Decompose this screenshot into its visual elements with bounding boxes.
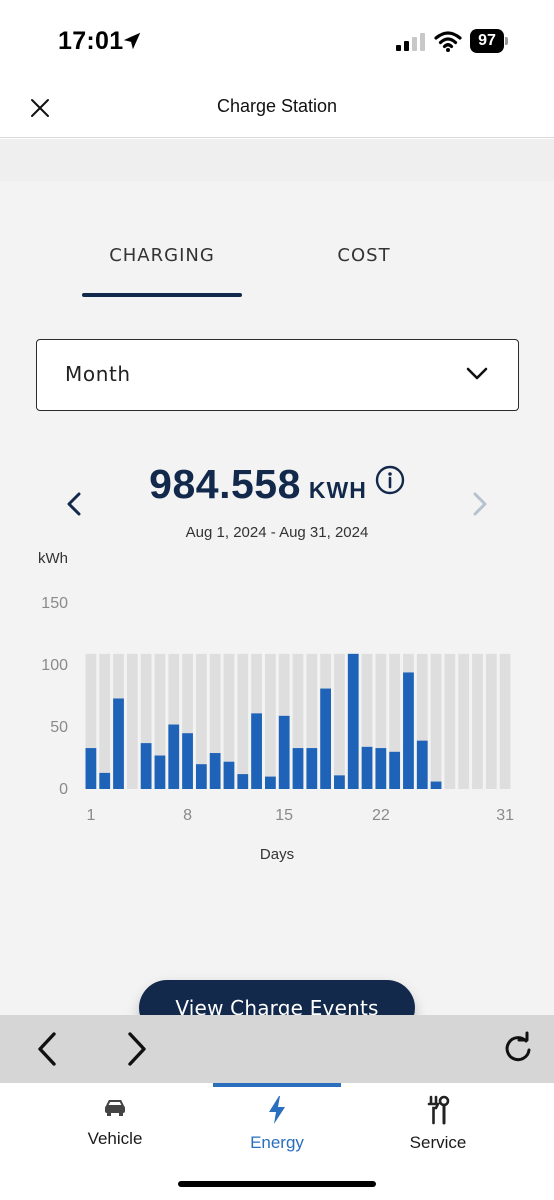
next-period-chevron-icon[interactable] — [464, 489, 494, 519]
battery-indicator: 97 — [470, 29, 508, 53]
nav-item-energy[interactable]: Energy — [207, 1095, 347, 1165]
bar-background — [485, 653, 497, 789]
bar — [251, 713, 262, 789]
status-bar: 17:01 97 — [0, 0, 554, 80]
bar-background — [265, 653, 276, 789]
bar-background — [334, 653, 345, 789]
bar-background — [430, 653, 442, 789]
info-icon[interactable] — [375, 465, 405, 495]
x-tick-label: 31 — [496, 807, 514, 824]
nav-label-energy: Energy — [250, 1133, 304, 1152]
bar-background — [499, 653, 511, 789]
main-content: CHARGING COST Month 984.558 KWH Aug 1, 20… — [0, 139, 554, 1036]
y-tick-label: 50 — [50, 719, 68, 736]
forward-arrow-icon[interactable] — [120, 1029, 154, 1069]
bar-background — [126, 653, 138, 789]
location-arrow-icon — [123, 32, 141, 50]
bar — [320, 688, 331, 789]
bolt-icon — [269, 1096, 285, 1124]
top-bar: Charge Station — [0, 80, 554, 138]
status-time: 17:01 — [58, 27, 124, 55]
y-tick-label: 0 — [59, 781, 68, 798]
x-tick-label: 1 — [86, 807, 95, 824]
bar — [265, 776, 276, 789]
bar — [375, 748, 387, 789]
nav-active-indicator — [213, 1083, 341, 1087]
bar — [361, 746, 373, 789]
bar — [347, 653, 359, 789]
y-tick-label: 150 — [41, 595, 68, 612]
page-title: Charge Station — [216, 96, 338, 116]
bar-background — [99, 653, 111, 789]
bar — [182, 733, 193, 789]
total-energy-value: 984.558 — [149, 461, 301, 507]
battery-tip — [505, 37, 508, 45]
bar — [85, 748, 97, 789]
x-tick-label: 22 — [372, 807, 390, 824]
bar — [195, 764, 207, 789]
x-tick-label: 8 — [183, 807, 192, 824]
tab-charging[interactable]: CHARGING — [82, 245, 242, 297]
bar — [168, 724, 180, 789]
cellular-signal-icon — [396, 33, 425, 51]
bar — [292, 748, 304, 789]
chevron-down-icon — [466, 367, 488, 380]
tab-cost[interactable]: COST — [290, 245, 438, 297]
battery-level: 97 — [470, 29, 504, 53]
home-indicator — [178, 1181, 376, 1187]
nav-label-vehicle: Vehicle — [87, 1129, 143, 1148]
reload-icon[interactable] — [500, 1031, 536, 1067]
bar — [237, 774, 249, 789]
bar — [278, 715, 290, 789]
bar-background — [458, 653, 470, 789]
bar — [403, 672, 414, 789]
bar — [430, 781, 442, 789]
y-axis-label: kWh — [38, 550, 68, 567]
bar — [209, 753, 221, 789]
bar — [223, 761, 235, 789]
x-tick-label: 15 — [275, 807, 293, 824]
bar — [416, 740, 428, 789]
bar — [389, 751, 401, 789]
x-axis-label: Days — [260, 846, 294, 863]
bar — [154, 755, 166, 789]
bar-background — [472, 653, 483, 789]
nav-item-service[interactable]: Service — [368, 1095, 508, 1165]
bar-background — [444, 653, 456, 789]
bar — [306, 748, 318, 789]
daily-charging-chart: kWh 0 50 100 150 1 8 15 22 31 Days — [38, 550, 514, 863]
bar — [140, 743, 152, 789]
tab-active-underline — [82, 293, 242, 297]
wifi-icon — [434, 31, 462, 52]
date-range: Aug 1, 2024 - Aug 31, 2024 — [185, 524, 369, 541]
period-dropdown[interactable]: Month — [36, 339, 519, 411]
period-dropdown-value: Month — [65, 362, 131, 386]
bar — [334, 775, 345, 789]
total-energy-unit: KWH — [308, 477, 367, 503]
nav-item-vehicle[interactable]: Vehicle — [45, 1095, 185, 1165]
y-tick-label: 100 — [41, 657, 68, 674]
bar — [99, 772, 111, 789]
bar — [113, 698, 124, 789]
car-icon — [105, 1100, 125, 1116]
nav-label-service: Service — [409, 1133, 467, 1152]
charging-card: CHARGING COST Month 984.558 KWH Aug 1, 20… — [0, 181, 554, 1036]
back-arrow-icon[interactable] — [30, 1029, 64, 1069]
bar-background — [237, 653, 249, 789]
tab-charging-label: CHARGING — [109, 245, 215, 266]
tab-cost-label: COST — [337, 245, 391, 266]
tools-icon — [427, 1095, 450, 1125]
browser-toolbar — [0, 1015, 554, 1083]
